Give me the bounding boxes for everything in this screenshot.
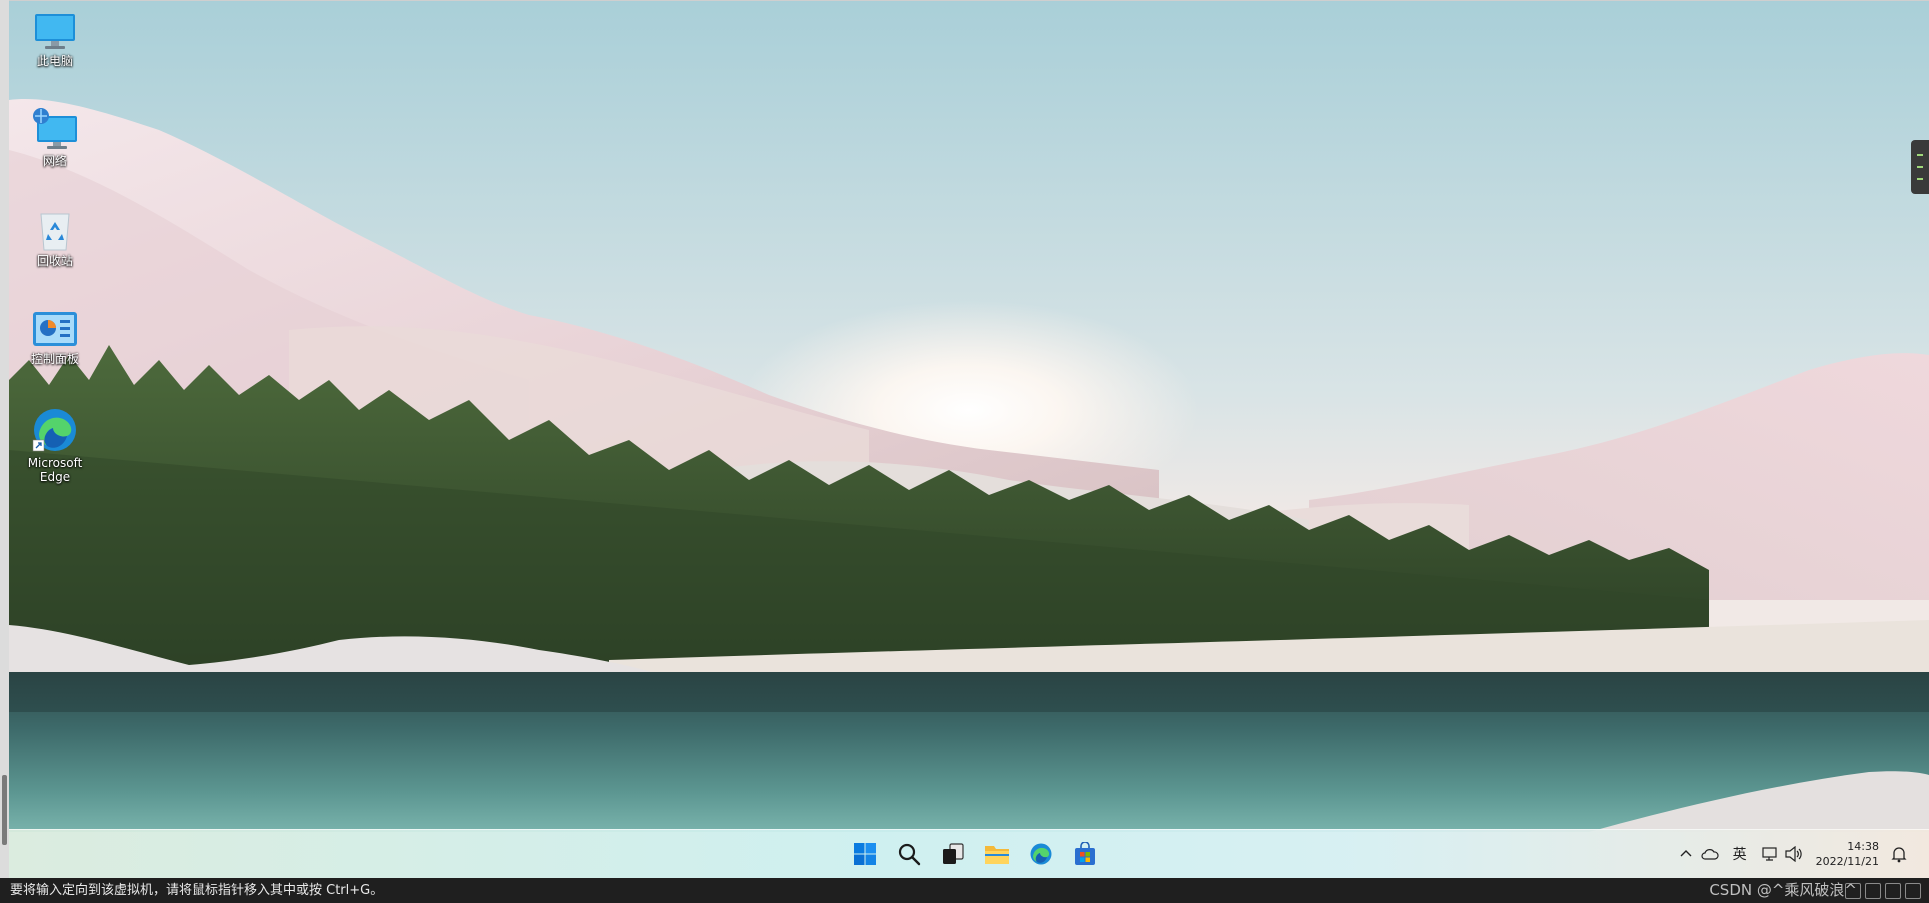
desktop-icon-recycle-bin[interactable]: 回收站	[15, 210, 95, 268]
desktop-icon-control-panel[interactable]: 控制面板	[15, 310, 95, 366]
taskbar-apps	[847, 836, 1103, 872]
file-explorer-button[interactable]	[979, 836, 1015, 872]
scrollbar-thumb[interactable]	[2, 775, 7, 845]
speaker-icon	[1784, 846, 1802, 862]
clock-time: 14:38	[1847, 840, 1879, 853]
start-button[interactable]	[847, 836, 883, 872]
show-hidden-icons-button[interactable]	[1674, 839, 1698, 869]
vm-desktop[interactable]: 此电脑 网络 回收站 控制面板 Microsoft Edge 英 14:38 2…	[9, 0, 1929, 878]
desktop-icon-label: 网络	[42, 154, 67, 168]
edge-icon	[1030, 843, 1052, 865]
recycle-bin-icon	[40, 213, 70, 251]
vm-device-icons	[1845, 883, 1921, 899]
desktop-icon-label: Microsoft Edge	[27, 456, 83, 484]
search-icon	[898, 843, 921, 866]
windows-start-icon	[854, 843, 876, 865]
desktop-wallpaper	[9, 0, 1929, 878]
clock-date: 2022/11/21	[1815, 855, 1879, 868]
microsoft-store-icon	[1075, 842, 1095, 865]
onedrive-cloud-icon	[1701, 849, 1719, 860]
microsoft-store-button[interactable]	[1067, 836, 1103, 872]
notifications-button[interactable]	[1887, 839, 1929, 869]
taskbar-clock[interactable]: 14:38 2022/11/21	[1806, 839, 1887, 869]
desktop-icon-label: 回收站	[36, 254, 73, 268]
taskbar: 英 14:38 2022/11/21	[9, 829, 1929, 878]
status-message: 要将输入定向到该虚拟机，请将鼠标指针移入其中或按 Ctrl+G。	[10, 883, 384, 898]
chevron-up-icon	[1680, 850, 1692, 857]
notification-bell-icon	[1891, 847, 1907, 863]
volume-button[interactable]	[1782, 839, 1806, 869]
file-explorer-icon	[985, 846, 1009, 864]
task-view-icon	[943, 843, 964, 864]
system-tray: 英 14:38 2022/11/21	[1674, 830, 1929, 878]
this-pc-icon	[35, 14, 75, 49]
vm-status-bar: 要将输入定向到该虚拟机，请将鼠标指针移入其中或按 Ctrl+G。 CSDN @^…	[0, 878, 1929, 903]
device-cd-icon[interactable]	[1865, 883, 1881, 899]
widget-handle[interactable]	[1911, 140, 1929, 194]
desktop-icon-this-pc[interactable]: 此电脑	[15, 12, 95, 68]
edge-taskbar-button[interactable]	[1023, 836, 1059, 872]
network-status-button[interactable]	[1758, 839, 1782, 869]
desktop-icon-label: 控制面板	[30, 352, 79, 366]
input-method-indicator[interactable]: 英	[1722, 839, 1758, 869]
vm-left-scrollbar[interactable]	[0, 0, 9, 878]
desktop-icon-microsoft-edge[interactable]: Microsoft Edge	[15, 406, 95, 484]
desktop-icon-network[interactable]: 网络	[15, 108, 95, 168]
watermark: CSDN @^乘风破浪^	[1709, 881, 1857, 899]
onedrive-button[interactable]	[1698, 839, 1722, 869]
network-wired-icon	[1761, 847, 1777, 861]
control-panel-icon	[33, 312, 77, 346]
task-view-button[interactable]	[935, 836, 971, 872]
desktop-icon-label: 此电脑	[36, 54, 73, 68]
search-button[interactable]	[891, 836, 927, 872]
device-hdd-icon[interactable]	[1845, 883, 1861, 899]
network-icon	[33, 108, 77, 149]
edge-icon	[32, 409, 76, 452]
device-network-icon[interactable]	[1885, 883, 1901, 899]
device-usb-icon[interactable]	[1905, 883, 1921, 899]
